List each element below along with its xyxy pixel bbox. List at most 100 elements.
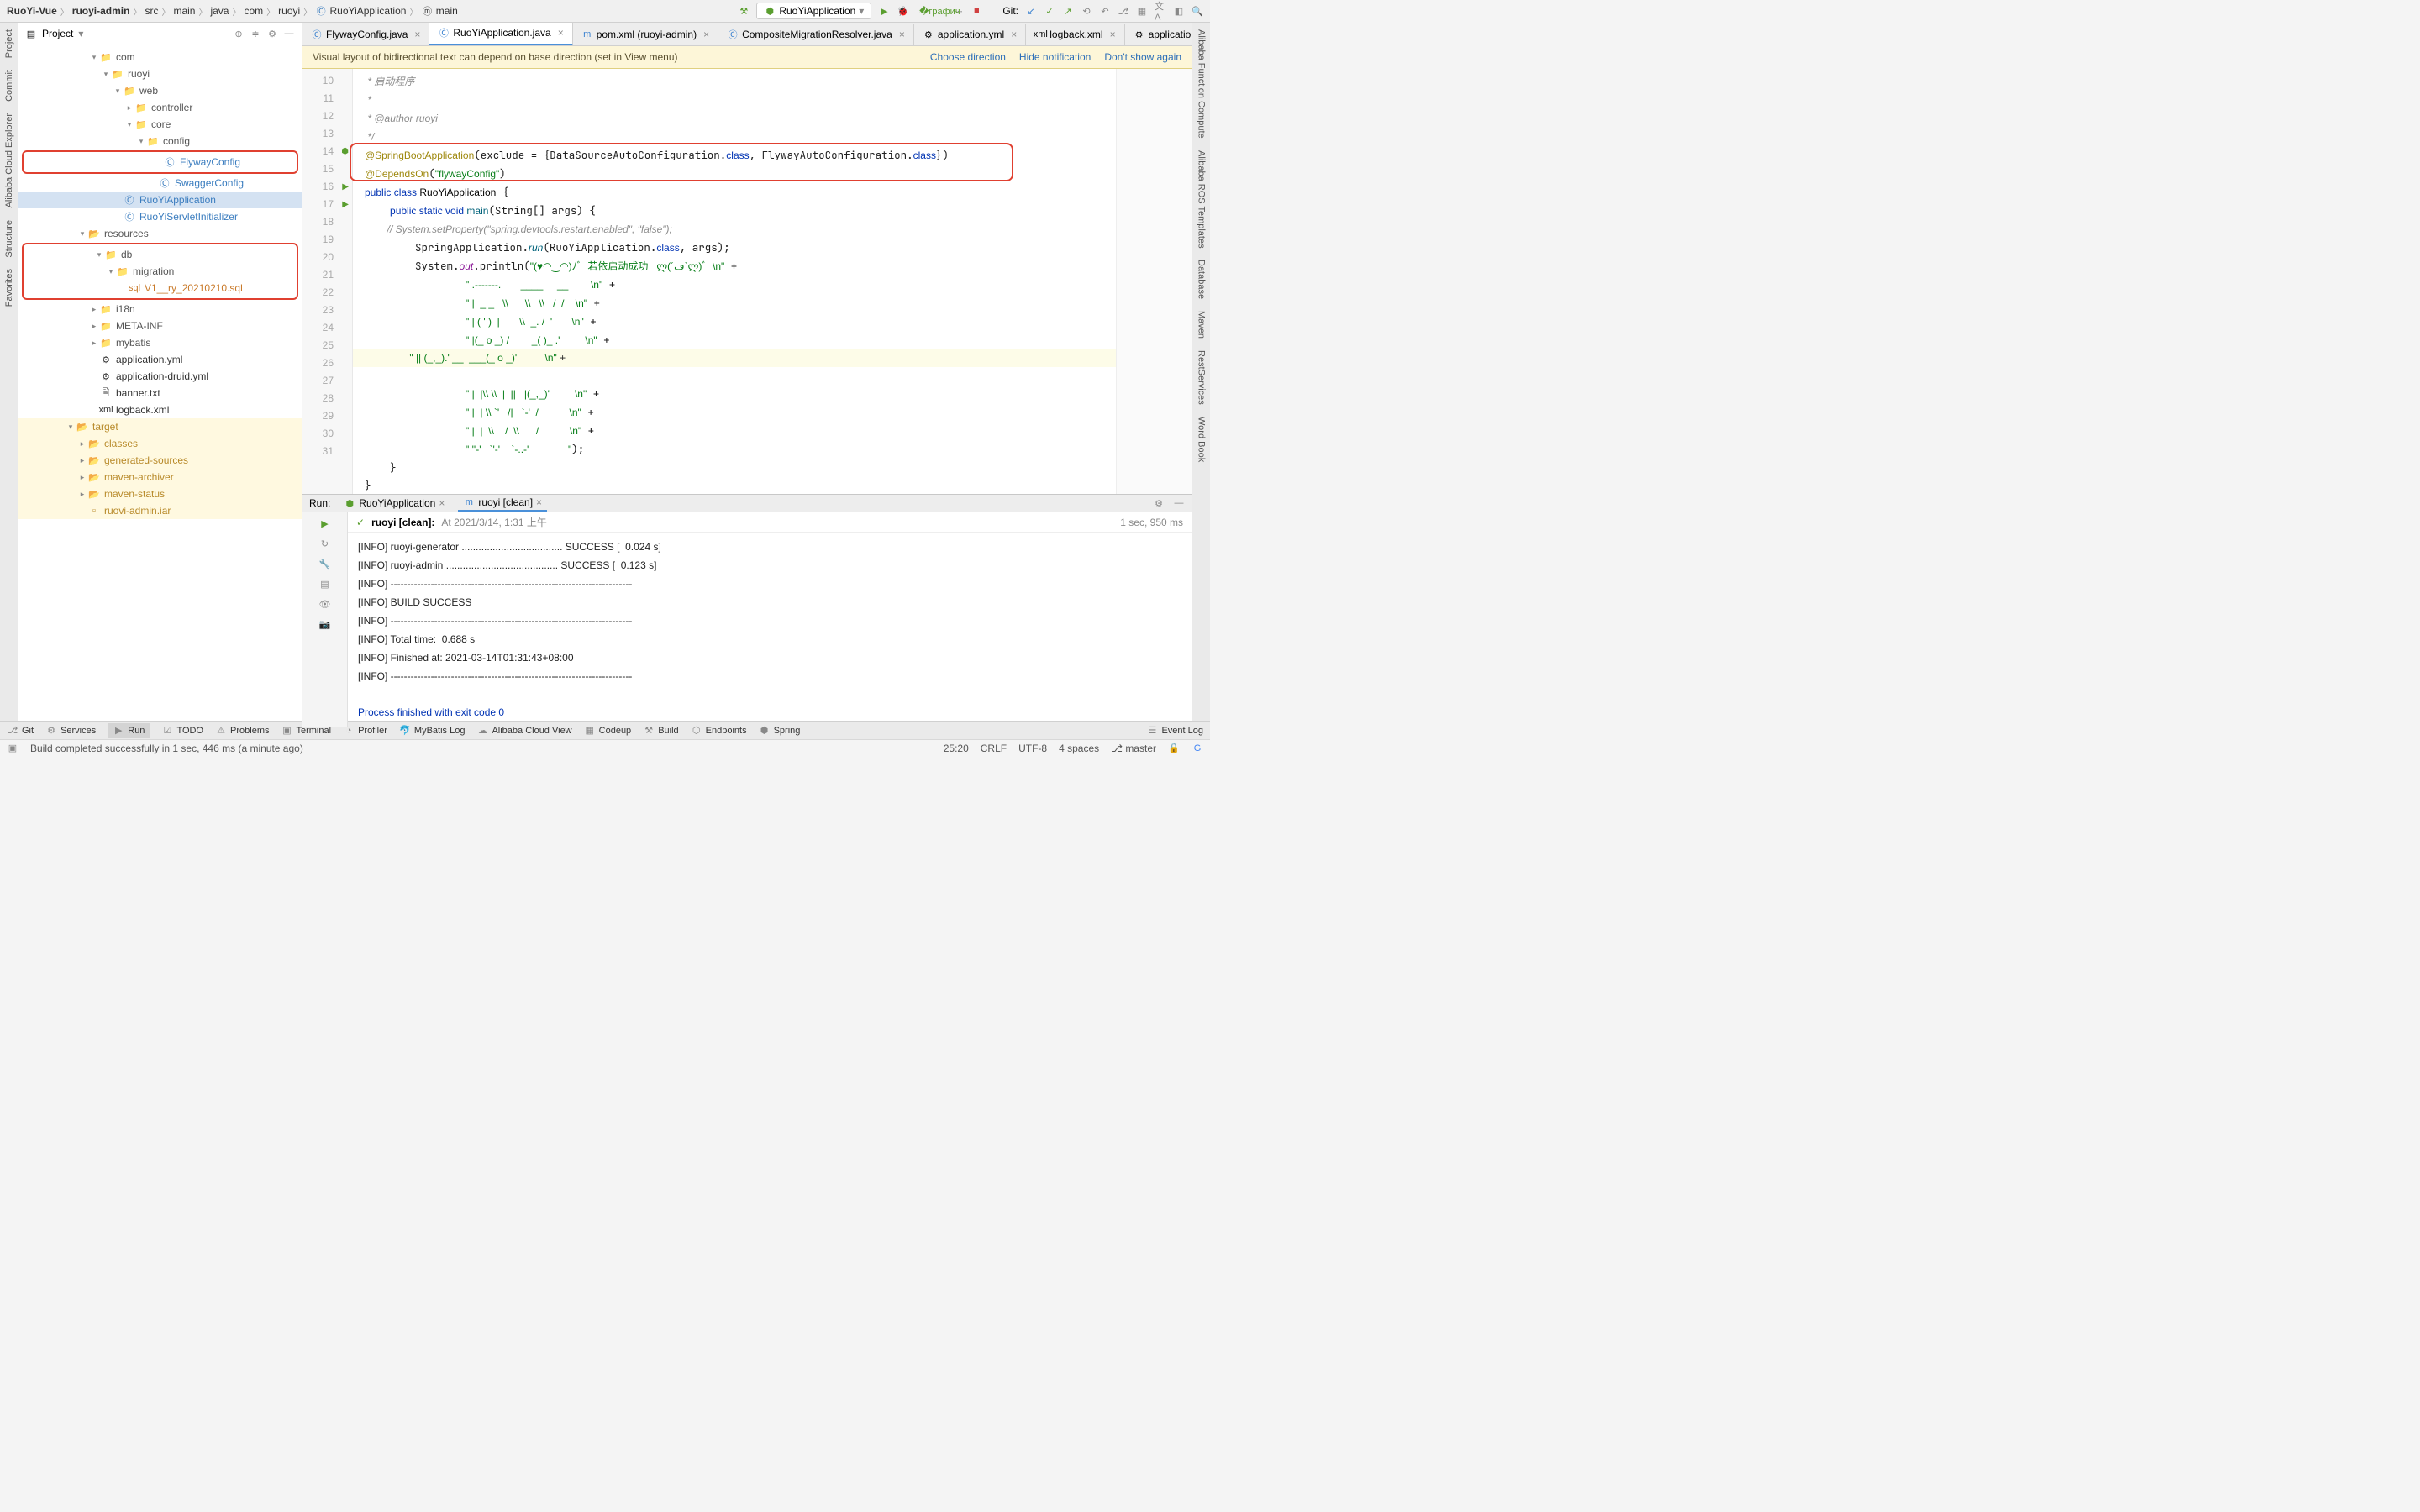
breadcrumb[interactable]: RuoYi-Vue〉ruoyi-admin〉src〉main〉java〉com〉…: [7, 5, 734, 18]
bottom-tool-alibaba-cloud-view[interactable]: ☁Alibaba Cloud View: [476, 725, 571, 737]
bottom-tool-terminal[interactable]: ▣Terminal: [281, 725, 331, 737]
bottom-tool-codeup[interactable]: ▦Codeup: [584, 725, 632, 737]
bottom-tool-build[interactable]: ⚒Build: [643, 725, 678, 737]
breadcrumb-item[interactable]: Ⓒ RuoYiApplication: [315, 5, 406, 17]
editor-tab[interactable]: Ⓒ RuoYiApplication.java×: [429, 23, 572, 45]
tree-item[interactable]: ▸ 📂 generated-sources: [18, 452, 302, 469]
breadcrumb-item[interactable]: ⓜ main: [421, 5, 457, 17]
project-tree[interactable]: ▾ 📁 com ▾ 📁 ruoyi ▾ 📁 web ▸ 📁 controller…: [18, 45, 302, 721]
history-icon[interactable]: ⟲: [1081, 5, 1092, 17]
tree-item[interactable]: ⚙ application.yml: [18, 351, 302, 368]
camera-icon[interactable]: 📷: [319, 618, 331, 630]
tree-item[interactable]: sql V1__ry_20210210.sql: [24, 280, 297, 297]
tool-strip-item[interactable]: Favorites: [4, 265, 14, 310]
event-log-button[interactable]: ☰Event Log: [1146, 725, 1203, 737]
editor-tab[interactable]: Ⓒ CompositeMigrationResolver.java×: [718, 24, 914, 45]
wrench-icon[interactable]: 🔧: [319, 558, 331, 570]
choose-direction-link[interactable]: Choose direction: [930, 51, 1006, 63]
breadcrumb-item[interactable]: java: [210, 5, 229, 17]
translate-icon[interactable]: 文A: [1155, 5, 1166, 17]
more-icon[interactable]: ▦: [1136, 5, 1148, 17]
bottom-tool-spring[interactable]: ⬢Spring: [759, 725, 801, 737]
branch-icon[interactable]: ⎇: [1118, 5, 1129, 17]
tree-item[interactable]: xml logback.xml: [18, 402, 302, 418]
rerun-icon[interactable]: ▶: [319, 517, 331, 529]
close-icon[interactable]: ×: [899, 29, 905, 40]
tree-item[interactable]: ▾ 📁 db: [24, 246, 297, 263]
tool-strip-item[interactable]: Database: [1197, 256, 1207, 302]
console-output[interactable]: [INFO] ruoyi-generator .................…: [348, 533, 1192, 727]
bottom-tool-problems[interactable]: ⚠Problems: [215, 725, 269, 737]
run-tab-app[interactable]: ⬢RuoYiApplication×: [339, 496, 450, 511]
profile-icon[interactable]: �графич: [934, 5, 945, 17]
tree-item[interactable]: ▾ 📁 migration: [24, 263, 297, 280]
search-icon[interactable]: 🔍: [1192, 5, 1203, 17]
hide-notification-link[interactable]: Hide notification: [1019, 51, 1091, 63]
tool-strip-item[interactable]: Alibaba ROS Templates: [1197, 147, 1207, 252]
tree-item[interactable]: ▾ 📁 config: [18, 133, 302, 150]
tree-item[interactable]: ▸ 📂 maven-archiver: [18, 469, 302, 486]
editor-tab[interactable]: m pom.xml (ruoyi-admin)×: [573, 24, 718, 45]
git-update-icon[interactable]: ↙: [1025, 5, 1037, 17]
dont-show-again-link[interactable]: Don't show again: [1104, 51, 1181, 63]
hammer-icon[interactable]: ⚒: [738, 5, 750, 17]
tool-strip-item[interactable]: Project: [4, 26, 14, 61]
layout-icon[interactable]: ◧: [1173, 5, 1185, 17]
editor-tab[interactable]: xml logback.xml×: [1026, 24, 1124, 45]
gear-icon[interactable]: ⚙: [266, 28, 278, 39]
editor-tab[interactable]: ⚙ application-dr×: [1125, 24, 1192, 45]
bottom-tool-todo[interactable]: ☑TODO: [161, 725, 203, 737]
bottom-tool-endpoints[interactable]: ⬡Endpoints: [691, 725, 747, 737]
breadcrumb-item[interactable]: ruoyi: [278, 5, 300, 17]
tree-item[interactable]: ▸ 📁 META-INF: [18, 318, 302, 334]
tree-item[interactable]: ▾ 📁 web: [18, 82, 302, 99]
breadcrumb-item[interactable]: src: [145, 5, 158, 17]
tool-strip-item[interactable]: RestServices: [1197, 347, 1207, 408]
stop-icon[interactable]: ■: [971, 5, 982, 17]
status-icon[interactable]: ▣: [7, 743, 18, 754]
caret-position[interactable]: 25:20: [944, 743, 969, 754]
attach-icon[interactable]: ⋯: [952, 5, 964, 17]
code-editor[interactable]: 1011121314⬢1516▶17▶181920212223242526272…: [302, 69, 1192, 494]
project-title[interactable]: Project: [42, 28, 73, 39]
tree-item[interactable]: Ⓒ RuoYiApplication: [18, 192, 302, 208]
file-encoding[interactable]: UTF-8: [1018, 743, 1047, 754]
view-icon[interactable]: 👁: [319, 598, 331, 610]
tree-item[interactable]: ▸ 📂 classes: [18, 435, 302, 452]
bottom-tool-run[interactable]: ▶Run: [108, 723, 150, 738]
tool-strip-item[interactable]: Alibaba Cloud Explorer: [4, 110, 14, 212]
close-icon[interactable]: ×: [1011, 29, 1017, 40]
run-tab-clean[interactable]: mruoyi [clean]×: [458, 495, 547, 512]
debug-icon[interactable]: 🐞: [897, 5, 908, 17]
tree-item[interactable]: Ⓒ RuoYiServletInitializer: [18, 208, 302, 225]
close-icon[interactable]: ×: [703, 29, 709, 40]
tree-item[interactable]: ▸ 📂 maven-status: [18, 486, 302, 502]
stop-icon[interactable]: ↻: [319, 538, 331, 549]
tool-strip-item[interactable]: Alibaba Function Compute: [1197, 26, 1207, 142]
gear-icon[interactable]: ⚙: [1153, 497, 1165, 509]
git-branch[interactable]: ⎇ master: [1111, 743, 1156, 754]
breadcrumb-item[interactable]: com: [244, 5, 263, 17]
tree-item[interactable]: 🖹 banner.txt: [18, 385, 302, 402]
gutter[interactable]: 1011121314⬢1516▶17▶181920212223242526272…: [302, 69, 353, 494]
tree-item[interactable]: ▾ 📁 ruoyi: [18, 66, 302, 82]
tool-strip-item[interactable]: Maven: [1197, 307, 1207, 342]
tree-item[interactable]: ⚙ application-druid.yml: [18, 368, 302, 385]
breadcrumb-item[interactable]: ruoyi-admin: [72, 5, 130, 17]
breadcrumb-item[interactable]: main: [173, 5, 195, 17]
editor-tab[interactable]: ⚙ application.yml×: [914, 24, 1026, 45]
tree-item[interactable]: ▾ 📂 resources: [18, 225, 302, 242]
tree-item[interactable]: ▸ 📁 i18n: [18, 301, 302, 318]
select-opened-icon[interactable]: ⊕: [233, 28, 245, 39]
tree-item[interactable]: Ⓒ SwaggerConfig: [18, 175, 302, 192]
revert-icon[interactable]: ↶: [1099, 5, 1111, 17]
google-icon[interactable]: G: [1192, 743, 1203, 754]
minimap[interactable]: [1116, 69, 1192, 494]
breadcrumb-item[interactable]: RuoYi-Vue: [7, 5, 57, 17]
bottom-tool-git[interactable]: ⎇Git: [7, 725, 34, 737]
bottom-tool-profiler[interactable]: ◔Profiler: [343, 725, 387, 737]
code-text[interactable]: * 启动程序 * * @author ruoyi */ @SpringBootA…: [353, 69, 1116, 494]
tree-item[interactable]: ▫ ruovi-admin.iar: [18, 502, 302, 519]
close-icon[interactable]: ×: [414, 29, 420, 40]
layout-icon[interactable]: ▤: [319, 578, 331, 590]
